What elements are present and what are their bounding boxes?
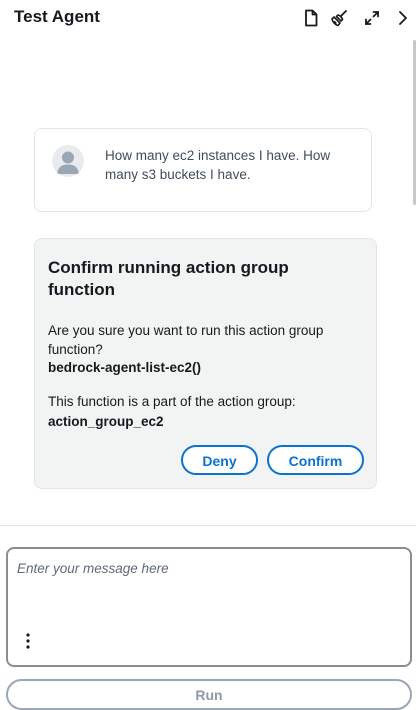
test-agent-panel: Test Agent How many ec2 instances I have…: [0, 0, 416, 710]
confirm-button[interactable]: Confirm: [267, 445, 364, 475]
action-group-name: action_group_ec2: [48, 414, 164, 429]
panel-title: Test Agent: [14, 7, 100, 26]
user-message-text: How many ec2 instances I have. How many …: [105, 148, 331, 182]
chevron-right-icon[interactable]: [396, 9, 410, 27]
confirmation-question: Are you sure you want to run this action…: [48, 323, 324, 357]
broom-icon[interactable]: [330, 9, 348, 27]
user-avatar-icon: [52, 145, 84, 177]
message-input[interactable]: Enter your message here: [6, 547, 412, 667]
panel-header: Test Agent: [0, 0, 416, 38]
user-message-bubble: How many ec2 instances I have. How many …: [34, 128, 372, 212]
expand-icon[interactable]: [363, 9, 381, 27]
confirmation-title: Confirm running action group function: [48, 258, 289, 299]
deny-button[interactable]: Deny: [181, 445, 258, 475]
message-input-placeholder: Enter your message here: [17, 561, 169, 576]
action-group-description: This function is a part of the action gr…: [48, 394, 296, 409]
function-name: bedrock-agent-list-ec2(): [48, 360, 202, 375]
confirmation-card: Confirm running action group function Ar…: [34, 238, 377, 489]
divider: [0, 525, 416, 526]
more-options-icon[interactable]: [23, 632, 33, 650]
document-icon[interactable]: [302, 9, 320, 27]
run-button[interactable]: Run: [6, 679, 412, 710]
